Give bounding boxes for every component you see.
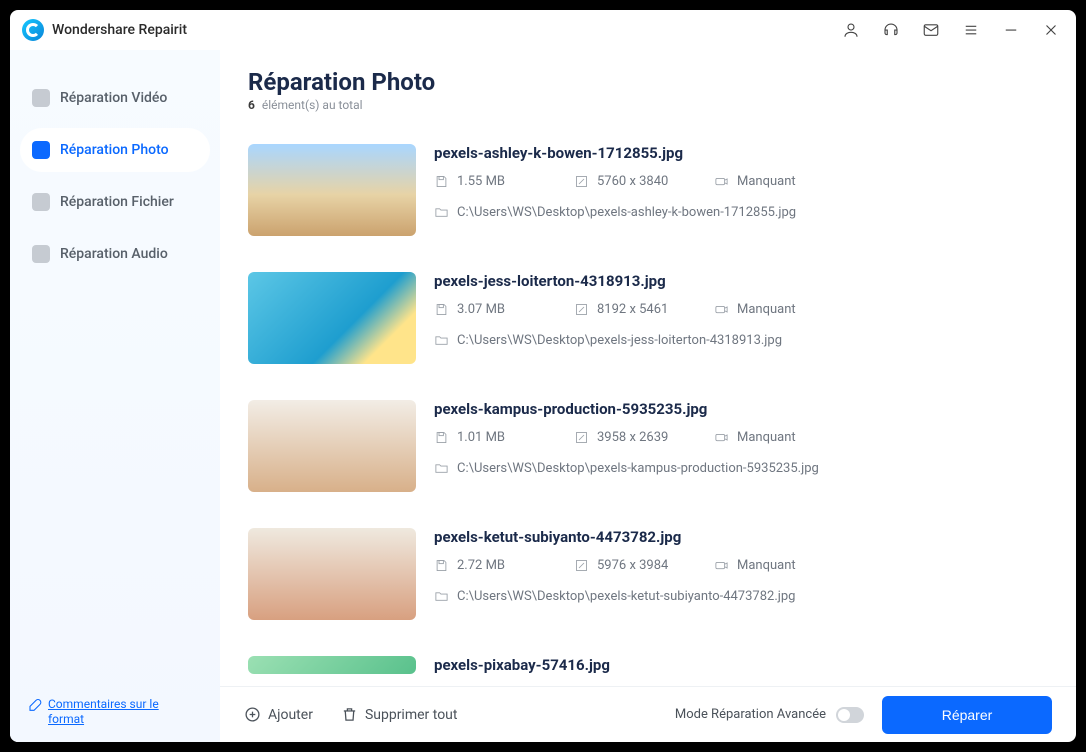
feedback-icon [26,697,42,713]
sidebar-item-label: Réparation Fichier [60,194,174,210]
disk-icon [434,430,449,445]
file-name: pexels-jess-loiterton-4318913.jpg [434,272,1048,290]
file-row[interactable]: pexels-pixabay-57416.jpg [248,640,1048,674]
mail-icon[interactable] [918,17,944,43]
trash-icon [341,706,358,723]
main: Réparation Photo 6 élément(s) au total p… [220,50,1076,742]
sidebar-item-file[interactable]: Réparation Fichier [20,180,210,224]
folder-icon [434,461,449,476]
file-name: pexels-ketut-subiyanto-4473782.jpg [434,528,1048,546]
file-thumbnail [248,272,416,364]
file-name: pexels-ashley-k-bowen-1712855.jpg [434,144,1048,162]
sidebar-item-video[interactable]: Réparation Vidéo [20,76,210,120]
item-count: 6 [248,98,255,112]
file-row[interactable]: pexels-jess-loiterton-4318913.jpg 3.07 M… [248,256,1048,384]
add-button[interactable]: Ajouter [244,706,313,723]
file-dimensions: 8192 x 5461 [597,302,668,317]
sidebar-item-label: Réparation Audio [60,246,168,262]
file-size: 3.07 MB [457,302,505,317]
audio-icon [32,245,50,263]
sidebar-item-label: Réparation Vidéo [60,90,167,106]
disk-icon [434,174,449,189]
format-feedback-link[interactable]: Commentaires sur le format [20,691,210,742]
account-icon[interactable] [838,17,864,43]
app-name: Wondershare Repairit [52,22,187,38]
file-status: Manquant [737,302,796,317]
file-path: C:\Users\WS\Desktop\pexels-ashley-k-bowe… [457,205,796,220]
camera-icon [714,302,729,317]
folder-icon [434,333,449,348]
file-name: pexels-kampus-production-5935235.jpg [434,400,1048,418]
disk-icon [434,558,449,573]
add-label: Ajouter [268,707,313,723]
menu-icon[interactable] [958,17,984,43]
support-icon[interactable] [878,17,904,43]
plus-circle-icon [244,706,261,723]
file-row[interactable]: pexels-ketut-subiyanto-4473782.jpg 2.72 … [248,512,1048,640]
file-status: Manquant [737,558,796,573]
advanced-repair-label: Mode Réparation Avancée [675,707,826,722]
page-title: Réparation Photo [248,68,1048,96]
file-size: 1.55 MB [457,174,505,189]
dimensions-icon [574,174,589,189]
file-thumbnail [248,656,416,674]
camera-icon [714,430,729,445]
file-icon [32,193,50,211]
camera-icon [714,558,729,573]
file-thumbnail [248,400,416,492]
repair-button[interactable]: Réparer [882,696,1052,734]
file-status: Manquant [737,174,796,189]
item-count-suffix: élément(s) au total [262,98,363,112]
file-size: 1.01 MB [457,430,505,445]
file-dimensions: 5976 x 3984 [597,558,668,573]
file-dimensions: 5760 x 3840 [597,174,668,189]
photo-icon [32,141,50,159]
titlebar: Wondershare Repairit [10,10,1076,50]
advanced-repair-toggle[interactable]: Mode Réparation Avancée [675,707,864,723]
video-icon [32,89,50,107]
footer-bar: Ajouter Supprimer tout Mode Réparation A… [220,686,1076,742]
file-size: 2.72 MB [457,558,505,573]
sidebar-item-label: Réparation Photo [60,142,169,158]
folder-icon [434,205,449,220]
delete-all-button[interactable]: Supprimer tout [341,706,458,723]
toggle-icon [836,707,864,723]
file-row[interactable]: pexels-kampus-production-5935235.jpg 1.0… [248,384,1048,512]
file-thumbnail [248,144,416,236]
file-row[interactable]: pexels-ashley-k-bowen-1712855.jpg 1.55 M… [248,128,1048,256]
file-status: Manquant [737,430,796,445]
minimize-icon[interactable] [998,17,1024,43]
delete-all-label: Supprimer tout [365,707,458,723]
file-path: C:\Users\WS\Desktop\pexels-kampus-produc… [457,461,819,476]
app-window: Wondershare Repairit Réparation Vidéo Ré… [10,10,1076,742]
sidebar: Réparation Vidéo Réparation Photo Répara… [10,50,220,742]
file-path: C:\Users\WS\Desktop\pexels-jess-loiterto… [457,333,782,348]
dimensions-icon [574,430,589,445]
file-name: pexels-pixabay-57416.jpg [434,656,1048,674]
sidebar-item-photo[interactable]: Réparation Photo [20,128,210,172]
file-list: pexels-ashley-k-bowen-1712855.jpg 1.55 M… [220,118,1076,686]
close-icon[interactable] [1038,17,1064,43]
app-logo-icon [22,19,44,41]
sidebar-item-audio[interactable]: Réparation Audio [20,232,210,276]
feedback-label: Commentaires sur le format [48,697,188,728]
dimensions-icon [574,302,589,317]
camera-icon [714,174,729,189]
folder-icon [434,589,449,604]
file-dimensions: 3958 x 2639 [597,430,668,445]
file-thumbnail [248,528,416,620]
disk-icon [434,302,449,317]
dimensions-icon [574,558,589,573]
file-path: C:\Users\WS\Desktop\pexels-ketut-subiyan… [457,589,795,604]
page-subtitle: 6 élément(s) au total [248,98,1048,112]
